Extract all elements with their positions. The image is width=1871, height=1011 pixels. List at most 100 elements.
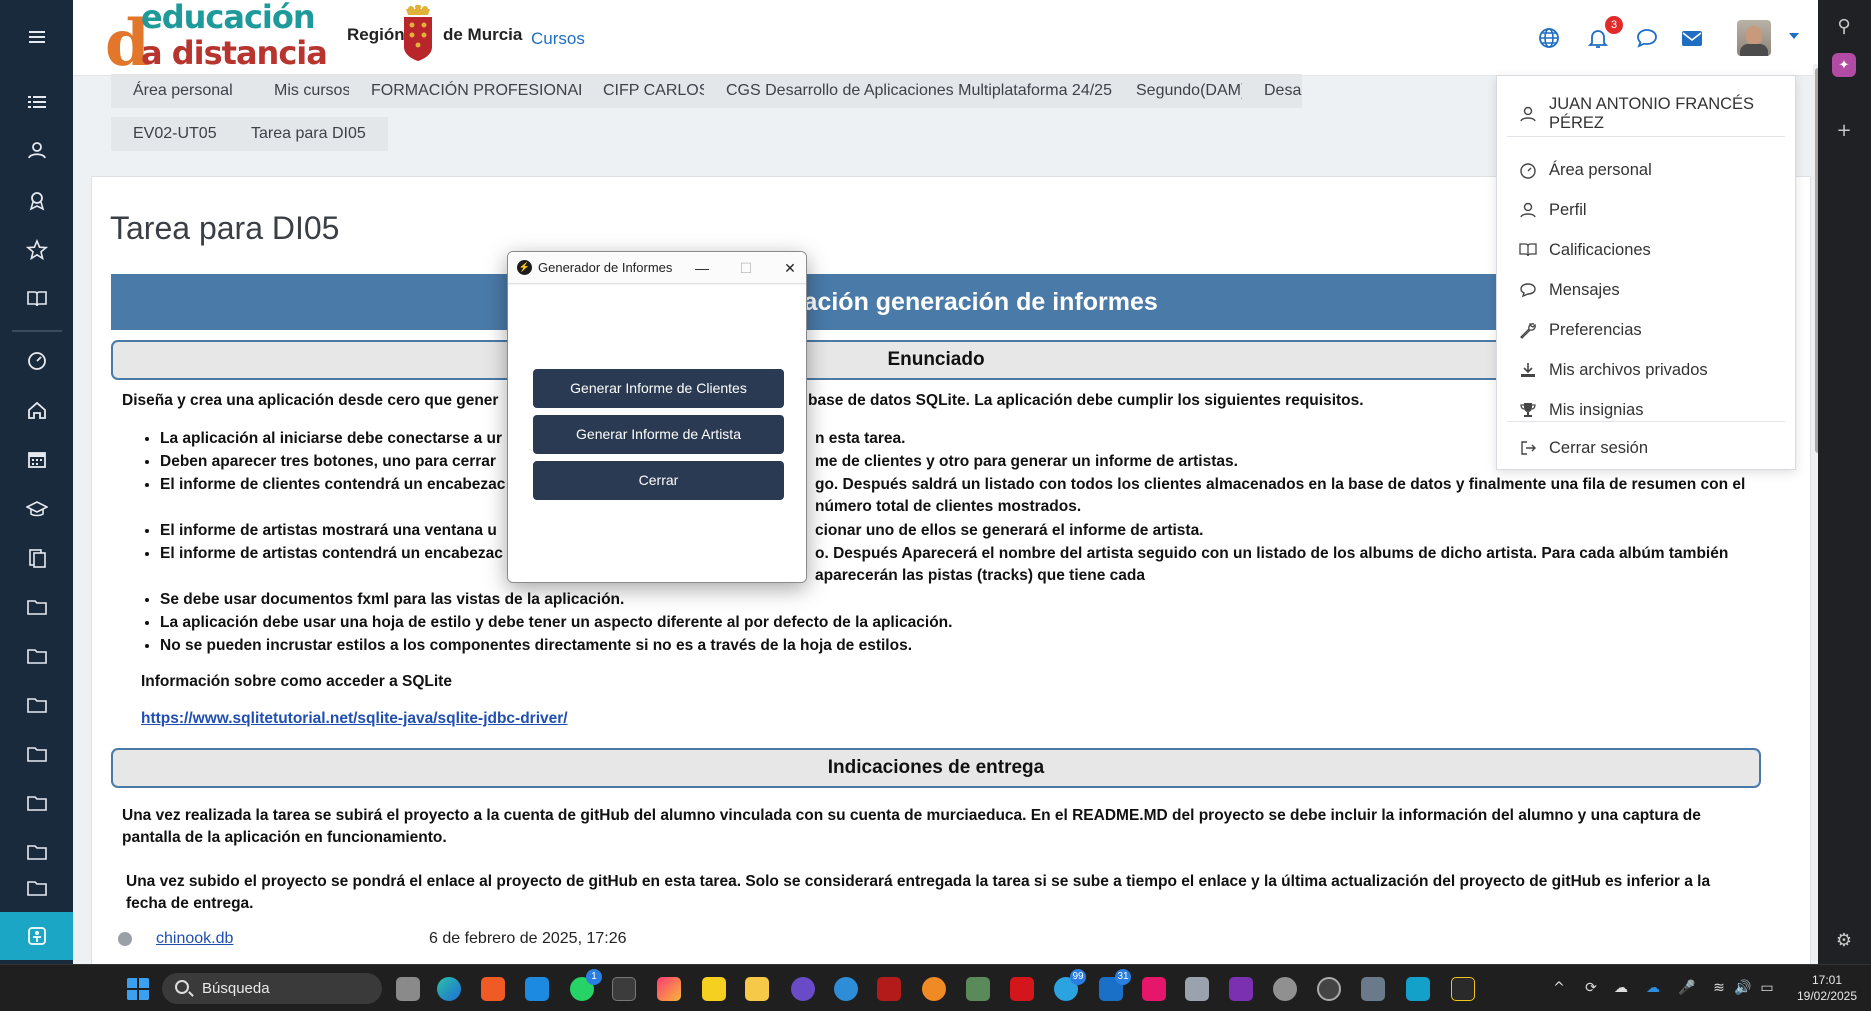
sqlite-tutorial-link[interactable]: https://www.sqlitetutorial.net/sqlite-ja… [141,708,568,730]
top-bar: d educación a distancia Región de Murcia… [73,0,1818,81]
menu-item-insignias[interactable]: Mis insignias [1497,392,1795,428]
file-link[interactable]: chinook.db [156,930,233,948]
window-title: Generador de Informes [538,260,673,275]
home-icon[interactable] [0,388,73,432]
brave-browser-icon[interactable] [481,977,505,1001]
terminal-icon[interactable] [612,977,636,1001]
volume-icon[interactable]: 🔊 [1734,979,1752,997]
taskbar-clock[interactable]: 17:01 19/02/2025 [1788,972,1866,1004]
graduation-cap-icon[interactable] [0,487,73,531]
tv-app-icon[interactable] [791,977,815,1001]
minimize-icon[interactable]: — [688,255,716,281]
tray-expand-icon[interactable]: ^ [1550,979,1568,997]
edge-browser-icon[interactable] [437,977,461,1001]
tesla-icon[interactable] [1010,977,1034,1001]
list-item: El informe de artistas mostrará una vent… [160,520,1760,542]
cloud-icon[interactable]: ☁ [1612,979,1630,997]
menu-item-perfil[interactable]: Perfil [1497,192,1795,228]
language-globe-icon[interactable] [1537,26,1561,50]
file-icon [118,932,132,946]
copilot-icon[interactable]: ✦ [1832,53,1856,77]
calendar-icon[interactable] [0,437,73,481]
folder-icon[interactable] [0,585,73,629]
telegram-icon[interactable] [1054,969,1086,1001]
add-plus-icon[interactable]: + [1832,118,1856,142]
screen-tool-icon[interactable] [966,977,990,1001]
content-bank-icon[interactable] [0,536,73,580]
generar-informe-artista-button[interactable]: Generar Informe de Artista [533,415,784,454]
camera-icon[interactable] [1185,977,1209,1001]
cerrar-button[interactable]: Cerrar [533,461,784,500]
menu-item-area-personal[interactable]: Área personal [1497,152,1795,188]
folder-icon[interactable] [0,732,73,776]
file-explorer-icon[interactable] [745,977,769,1001]
entrega-paragraph-1: Una vez realizada la tarea se subirá el … [122,807,1701,846]
obs-icon[interactable] [1317,977,1341,1001]
onedrive-icon[interactable]: ☁ [1644,979,1662,997]
outlook-icon[interactable] [1099,969,1131,1001]
index-list-icon[interactable] [0,80,73,124]
user-menu-caret-icon[interactable] [1789,33,1799,39]
entrega-paragraph-2: Una vez subido el proyecto se pondrá el … [126,873,1711,912]
settings-gear-icon[interactable] [1273,977,1297,1001]
user-menu-dropdown: JUAN ANTONIO FRANCÉS PÉREZ Área personal… [1496,75,1796,470]
whatsapp-icon[interactable] [570,969,602,1001]
wifi-icon[interactable]: ≋ [1710,979,1728,997]
menu-item-cerrar-sesion[interactable]: Cerrar sesión [1497,430,1795,466]
dashboard-gauge-icon[interactable] [0,338,73,382]
vscode-icon[interactable] [525,977,549,1001]
miro-icon[interactable] [1142,977,1166,1001]
breadcrumb-item[interactable]: EV02-UT05 [111,117,239,151]
taskbar-search[interactable]: Búsqueda [162,973,382,1004]
breadcrumb-item[interactable]: Desa [1242,74,1302,108]
microphone-icon[interactable]: 🎤 [1678,979,1696,997]
user-icon [1520,202,1536,218]
sync-icon[interactable]: ⟳ [1582,979,1600,997]
star-icon[interactable] [0,228,73,272]
close-icon[interactable]: ✕ [776,255,804,281]
ubuntu-icon[interactable] [922,977,946,1001]
docker-icon[interactable] [834,977,858,1001]
generar-informe-clientes-button[interactable]: Generar Informe de Clientes [533,369,784,408]
accessibility-help-icon[interactable] [0,912,73,960]
java-app-icon[interactable] [1451,977,1475,1001]
menu-item-calificaciones[interactable]: Calificaciones [1497,232,1795,268]
user-avatar[interactable] [1737,20,1771,56]
menu-item-archivos-privados[interactable]: Mis archivos privados [1497,352,1795,388]
menu-item-mensajes[interactable]: Mensajes [1497,272,1795,308]
participants-icon[interactable] [0,128,73,172]
list-item: No se pueden incrustar estilos a los com… [160,635,1760,657]
hamburger-menu-icon[interactable] [0,15,73,59]
trophy-icon [1520,403,1536,417]
onenote-icon[interactable] [1229,977,1253,1001]
badges-icon[interactable] [0,178,73,222]
filezilla-icon[interactable] [877,977,901,1001]
windows-start-icon[interactable] [126,977,150,1001]
nav-cursos-link[interactable]: Cursos [531,29,585,49]
search-icon[interactable]: ⚲ [1832,14,1856,38]
breadcrumb-item[interactable]: Área personal [111,74,255,108]
window-body: Generar Informe de Clientes Generar Info… [508,285,806,582]
window-titlebar[interactable]: ⚡ Generador de Informes — ☐ ✕ [508,252,806,284]
folder-icon[interactable] [0,866,73,910]
folder-icon[interactable] [0,683,73,727]
task-view-icon[interactable] [396,977,420,1001]
breadcrumb-item[interactable]: CGS Desarrollo de Aplicaciones Multiplat… [704,74,1182,108]
chat-bubble-icon[interactable] [1635,26,1659,50]
download-icon [1521,363,1535,377]
mail-envelope-icon[interactable] [1680,26,1704,50]
menu-item-preferencias[interactable]: Preferencias [1497,312,1795,348]
feather-app-icon[interactable] [1361,977,1385,1001]
sqlite-info-text: Información sobre como acceder a SQLite [141,673,452,690]
logo-line2: a distancia [141,34,328,72]
battery-icon[interactable]: ▭ [1758,979,1776,997]
folder-icon[interactable] [0,781,73,825]
intellij-icon[interactable] [657,977,681,1001]
settings-gear-icon[interactable]: ⚙ [1832,928,1856,952]
grades-book-icon[interactable] [0,277,73,321]
user-name-item[interactable]: JUAN ANTONIO FRANCÉS PÉREZ [1497,95,1795,132]
user-icon [1520,106,1536,122]
scrivener-icon[interactable] [1406,977,1430,1001]
sticky-notes-icon[interactable] [702,977,726,1001]
folder-icon[interactable] [0,634,73,678]
